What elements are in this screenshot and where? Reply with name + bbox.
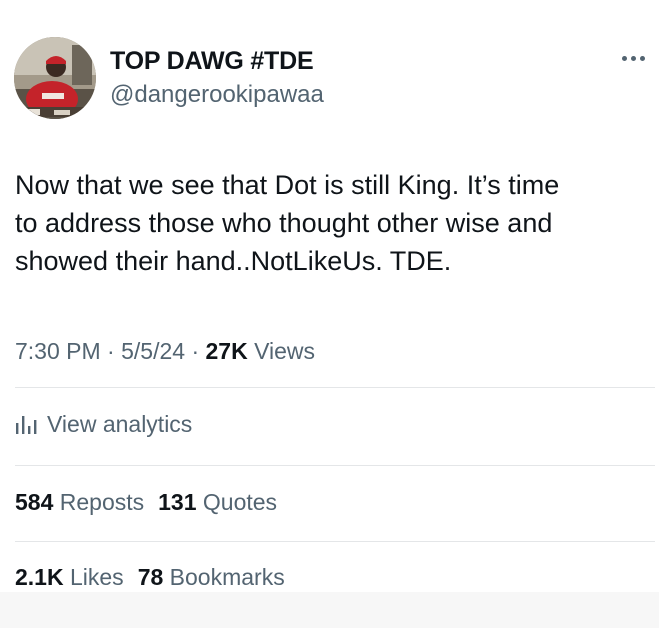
views-count: 27K (205, 338, 248, 364)
meta-separator: · (100, 338, 122, 364)
reposts-link[interactable]: 584 Reposts (15, 489, 144, 515)
tweet-text-line: Now that we see that Dot is still King. … (15, 170, 560, 200)
likes-bookmarks-stats: 2.1K Likes 78 Bookmarks (15, 561, 285, 593)
meta-separator: · (185, 338, 206, 364)
quotes-count: 131 (158, 489, 197, 515)
divider (15, 541, 655, 542)
bookmarks-link[interactable]: 78 Bookmarks (138, 564, 285, 590)
tweet-meta: 7:30 PM · 5/5/24 · 27K Views (15, 335, 315, 367)
quotes-link[interactable]: 131 Quotes (158, 489, 277, 515)
author-handle[interactable]: @dangerookipawaa (110, 80, 324, 110)
views-label: Views (247, 338, 316, 364)
quotes-label: Quotes (196, 489, 278, 515)
author-display-name[interactable]: TOP DAWG #TDE (110, 46, 324, 76)
avatar-photo-icon (14, 37, 96, 119)
likes-link[interactable]: 2.1K Likes (15, 564, 124, 590)
tweet-detail: TOP DAWG #TDE @dangerookipawaa Now that … (0, 0, 659, 628)
footer-band (0, 592, 659, 628)
tweet-date[interactable]: 5/5/24 (121, 338, 185, 364)
tweet-header: TOP DAWG #TDE @dangerookipawaa (14, 37, 654, 119)
bookmarks-label: Bookmarks (163, 564, 285, 590)
view-analytics-link[interactable]: View analytics (15, 405, 192, 443)
ellipsis-dot (640, 55, 645, 61)
author-names: TOP DAWG #TDE @dangerookipawaa (110, 46, 324, 110)
tweet-text-line: to address those who thought other wise … (15, 208, 553, 238)
reposts-count: 584 (15, 489, 54, 515)
tweet-text-line: showed their hand..NotLikeUs. TDE. (15, 246, 452, 276)
likes-count: 2.1K (15, 564, 64, 590)
divider (15, 387, 655, 388)
tweet-text: Now that we see that Dot is still King. … (15, 166, 650, 280)
ellipsis-dot (631, 55, 636, 61)
reposts-label: Reposts (53, 489, 145, 515)
divider (15, 465, 655, 466)
repost-quote-stats: 584 Reposts 131 Quotes (15, 486, 277, 518)
avatar[interactable] (14, 37, 96, 119)
more-options-button[interactable] (622, 51, 652, 65)
tweet-time[interactable]: 7:30 PM (15, 338, 101, 364)
bookmarks-count: 78 (137, 564, 164, 590)
bar-chart-icon (16, 416, 37, 434)
likes-label: Likes (63, 564, 124, 590)
ellipsis-icon (622, 55, 627, 61)
view-analytics-label: View analytics (47, 410, 193, 437)
